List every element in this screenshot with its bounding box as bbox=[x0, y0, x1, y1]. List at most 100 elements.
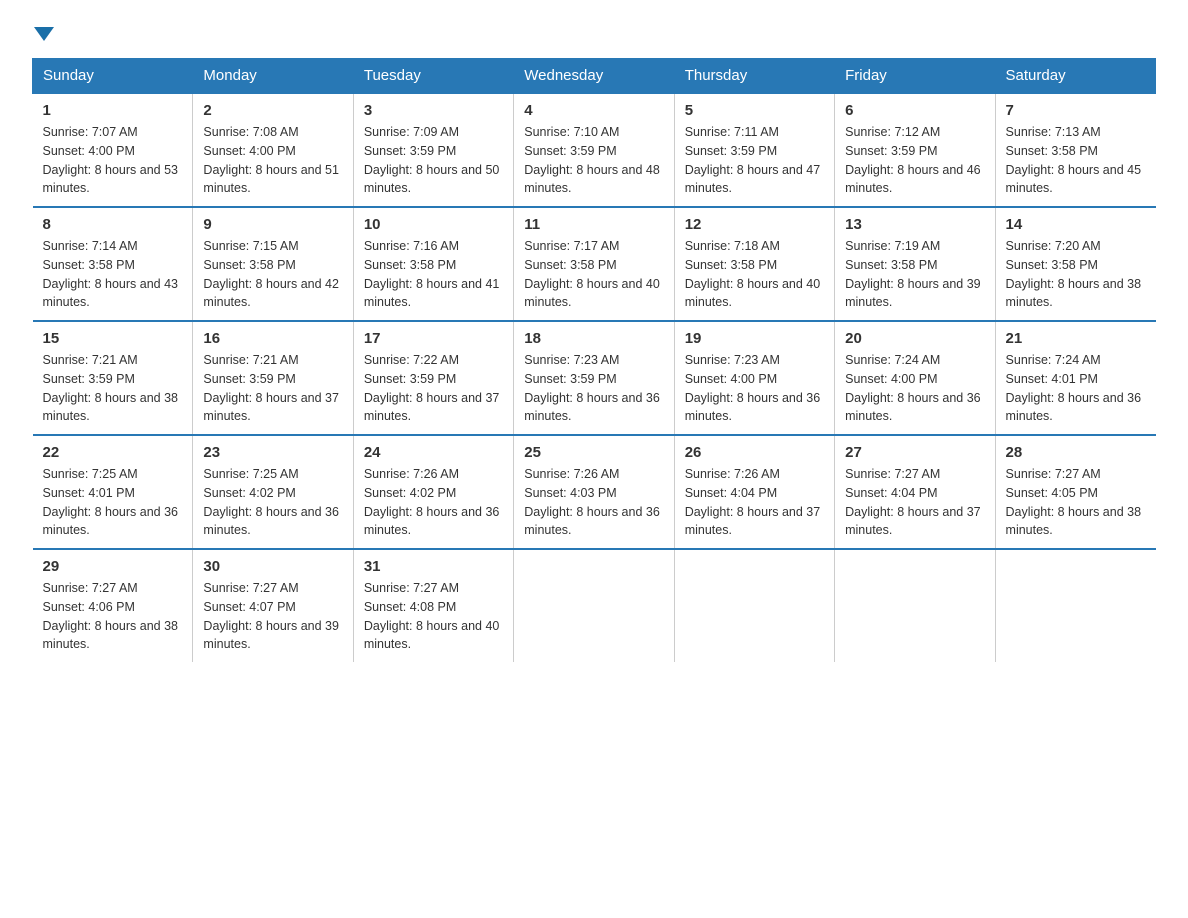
calendar-cell: 6 Sunrise: 7:12 AMSunset: 3:59 PMDayligh… bbox=[835, 93, 995, 207]
day-number: 21 bbox=[1006, 330, 1146, 347]
day-info: Sunrise: 7:14 AMSunset: 3:58 PMDaylight:… bbox=[43, 237, 183, 312]
calendar-week-row: 1 Sunrise: 7:07 AMSunset: 4:00 PMDayligh… bbox=[33, 93, 1156, 207]
day-number: 19 bbox=[685, 330, 824, 347]
day-number: 9 bbox=[203, 216, 342, 233]
day-number: 11 bbox=[524, 216, 663, 233]
day-number: 7 bbox=[1006, 102, 1146, 119]
logo bbox=[32, 24, 56, 38]
calendar-cell: 25 Sunrise: 7:26 AMSunset: 4:03 PMDaylig… bbox=[514, 435, 674, 549]
calendar-header-sunday: Sunday bbox=[33, 59, 193, 94]
day-info: Sunrise: 7:20 AMSunset: 3:58 PMDaylight:… bbox=[1006, 237, 1146, 312]
day-number: 25 bbox=[524, 444, 663, 461]
calendar-cell: 15 Sunrise: 7:21 AMSunset: 3:59 PMDaylig… bbox=[33, 321, 193, 435]
calendar-cell: 9 Sunrise: 7:15 AMSunset: 3:58 PMDayligh… bbox=[193, 207, 353, 321]
day-info: Sunrise: 7:13 AMSunset: 3:58 PMDaylight:… bbox=[1006, 123, 1146, 198]
calendar-header-wednesday: Wednesday bbox=[514, 59, 674, 94]
calendar-cell: 1 Sunrise: 7:07 AMSunset: 4:00 PMDayligh… bbox=[33, 93, 193, 207]
page-header bbox=[32, 24, 1156, 38]
day-info: Sunrise: 7:23 AMSunset: 4:00 PMDaylight:… bbox=[685, 351, 824, 426]
day-info: Sunrise: 7:21 AMSunset: 3:59 PMDaylight:… bbox=[203, 351, 342, 426]
day-info: Sunrise: 7:08 AMSunset: 4:00 PMDaylight:… bbox=[203, 123, 342, 198]
day-info: Sunrise: 7:27 AMSunset: 4:07 PMDaylight:… bbox=[203, 579, 342, 654]
day-info: Sunrise: 7:19 AMSunset: 3:58 PMDaylight:… bbox=[845, 237, 984, 312]
calendar-cell: 18 Sunrise: 7:23 AMSunset: 3:59 PMDaylig… bbox=[514, 321, 674, 435]
day-number: 31 bbox=[364, 558, 503, 575]
day-info: Sunrise: 7:17 AMSunset: 3:58 PMDaylight:… bbox=[524, 237, 663, 312]
calendar-cell: 21 Sunrise: 7:24 AMSunset: 4:01 PMDaylig… bbox=[995, 321, 1155, 435]
calendar-cell: 11 Sunrise: 7:17 AMSunset: 3:58 PMDaylig… bbox=[514, 207, 674, 321]
day-number: 23 bbox=[203, 444, 342, 461]
calendar-cell: 2 Sunrise: 7:08 AMSunset: 4:00 PMDayligh… bbox=[193, 93, 353, 207]
calendar-cell: 23 Sunrise: 7:25 AMSunset: 4:02 PMDaylig… bbox=[193, 435, 353, 549]
day-info: Sunrise: 7:07 AMSunset: 4:00 PMDaylight:… bbox=[43, 123, 183, 198]
day-number: 26 bbox=[685, 444, 824, 461]
day-number: 5 bbox=[685, 102, 824, 119]
day-number: 27 bbox=[845, 444, 984, 461]
calendar-header-tuesday: Tuesday bbox=[353, 59, 513, 94]
calendar-cell: 7 Sunrise: 7:13 AMSunset: 3:58 PMDayligh… bbox=[995, 93, 1155, 207]
calendar-header-friday: Friday bbox=[835, 59, 995, 94]
day-number: 1 bbox=[43, 102, 183, 119]
day-number: 14 bbox=[1006, 216, 1146, 233]
calendar-cell bbox=[835, 549, 995, 662]
calendar-cell: 14 Sunrise: 7:20 AMSunset: 3:58 PMDaylig… bbox=[995, 207, 1155, 321]
day-info: Sunrise: 7:27 AMSunset: 4:06 PMDaylight:… bbox=[43, 579, 183, 654]
calendar-cell bbox=[674, 549, 834, 662]
calendar-cell: 3 Sunrise: 7:09 AMSunset: 3:59 PMDayligh… bbox=[353, 93, 513, 207]
day-number: 18 bbox=[524, 330, 663, 347]
day-number: 12 bbox=[685, 216, 824, 233]
day-info: Sunrise: 7:26 AMSunset: 4:04 PMDaylight:… bbox=[685, 465, 824, 540]
calendar-header-row: SundayMondayTuesdayWednesdayThursdayFrid… bbox=[33, 59, 1156, 94]
day-info: Sunrise: 7:15 AMSunset: 3:58 PMDaylight:… bbox=[203, 237, 342, 312]
day-number: 6 bbox=[845, 102, 984, 119]
day-info: Sunrise: 7:12 AMSunset: 3:59 PMDaylight:… bbox=[845, 123, 984, 198]
calendar-cell: 4 Sunrise: 7:10 AMSunset: 3:59 PMDayligh… bbox=[514, 93, 674, 207]
day-info: Sunrise: 7:26 AMSunset: 4:02 PMDaylight:… bbox=[364, 465, 503, 540]
day-number: 3 bbox=[364, 102, 503, 119]
day-info: Sunrise: 7:18 AMSunset: 3:58 PMDaylight:… bbox=[685, 237, 824, 312]
day-number: 15 bbox=[43, 330, 183, 347]
calendar-header-saturday: Saturday bbox=[995, 59, 1155, 94]
day-number: 4 bbox=[524, 102, 663, 119]
day-info: Sunrise: 7:22 AMSunset: 3:59 PMDaylight:… bbox=[364, 351, 503, 426]
calendar-cell bbox=[514, 549, 674, 662]
day-number: 28 bbox=[1006, 444, 1146, 461]
calendar-cell: 22 Sunrise: 7:25 AMSunset: 4:01 PMDaylig… bbox=[33, 435, 193, 549]
day-info: Sunrise: 7:09 AMSunset: 3:59 PMDaylight:… bbox=[364, 123, 503, 198]
calendar-cell: 10 Sunrise: 7:16 AMSunset: 3:58 PMDaylig… bbox=[353, 207, 513, 321]
calendar-header-monday: Monday bbox=[193, 59, 353, 94]
calendar-cell: 31 Sunrise: 7:27 AMSunset: 4:08 PMDaylig… bbox=[353, 549, 513, 662]
calendar-week-row: 29 Sunrise: 7:27 AMSunset: 4:06 PMDaylig… bbox=[33, 549, 1156, 662]
day-info: Sunrise: 7:27 AMSunset: 4:05 PMDaylight:… bbox=[1006, 465, 1146, 540]
calendar-cell: 24 Sunrise: 7:26 AMSunset: 4:02 PMDaylig… bbox=[353, 435, 513, 549]
calendar-cell: 28 Sunrise: 7:27 AMSunset: 4:05 PMDaylig… bbox=[995, 435, 1155, 549]
day-info: Sunrise: 7:11 AMSunset: 3:59 PMDaylight:… bbox=[685, 123, 824, 198]
calendar-cell: 20 Sunrise: 7:24 AMSunset: 4:00 PMDaylig… bbox=[835, 321, 995, 435]
calendar-cell: 13 Sunrise: 7:19 AMSunset: 3:58 PMDaylig… bbox=[835, 207, 995, 321]
day-number: 24 bbox=[364, 444, 503, 461]
calendar-header-thursday: Thursday bbox=[674, 59, 834, 94]
calendar-cell: 17 Sunrise: 7:22 AMSunset: 3:59 PMDaylig… bbox=[353, 321, 513, 435]
day-number: 2 bbox=[203, 102, 342, 119]
calendar-week-row: 15 Sunrise: 7:21 AMSunset: 3:59 PMDaylig… bbox=[33, 321, 1156, 435]
day-info: Sunrise: 7:16 AMSunset: 3:58 PMDaylight:… bbox=[364, 237, 503, 312]
calendar-cell: 12 Sunrise: 7:18 AMSunset: 3:58 PMDaylig… bbox=[674, 207, 834, 321]
day-number: 29 bbox=[43, 558, 183, 575]
calendar-cell: 8 Sunrise: 7:14 AMSunset: 3:58 PMDayligh… bbox=[33, 207, 193, 321]
day-number: 8 bbox=[43, 216, 183, 233]
calendar-week-row: 8 Sunrise: 7:14 AMSunset: 3:58 PMDayligh… bbox=[33, 207, 1156, 321]
day-info: Sunrise: 7:25 AMSunset: 4:01 PMDaylight:… bbox=[43, 465, 183, 540]
calendar-cell: 5 Sunrise: 7:11 AMSunset: 3:59 PMDayligh… bbox=[674, 93, 834, 207]
day-info: Sunrise: 7:21 AMSunset: 3:59 PMDaylight:… bbox=[43, 351, 183, 426]
calendar-table: SundayMondayTuesdayWednesdayThursdayFrid… bbox=[32, 58, 1156, 662]
day-info: Sunrise: 7:25 AMSunset: 4:02 PMDaylight:… bbox=[203, 465, 342, 540]
logo-arrow-icon bbox=[34, 27, 54, 41]
day-info: Sunrise: 7:26 AMSunset: 4:03 PMDaylight:… bbox=[524, 465, 663, 540]
calendar-week-row: 22 Sunrise: 7:25 AMSunset: 4:01 PMDaylig… bbox=[33, 435, 1156, 549]
calendar-cell: 30 Sunrise: 7:27 AMSunset: 4:07 PMDaylig… bbox=[193, 549, 353, 662]
day-info: Sunrise: 7:27 AMSunset: 4:04 PMDaylight:… bbox=[845, 465, 984, 540]
day-number: 30 bbox=[203, 558, 342, 575]
day-number: 22 bbox=[43, 444, 183, 461]
day-info: Sunrise: 7:24 AMSunset: 4:01 PMDaylight:… bbox=[1006, 351, 1146, 426]
calendar-cell: 29 Sunrise: 7:27 AMSunset: 4:06 PMDaylig… bbox=[33, 549, 193, 662]
